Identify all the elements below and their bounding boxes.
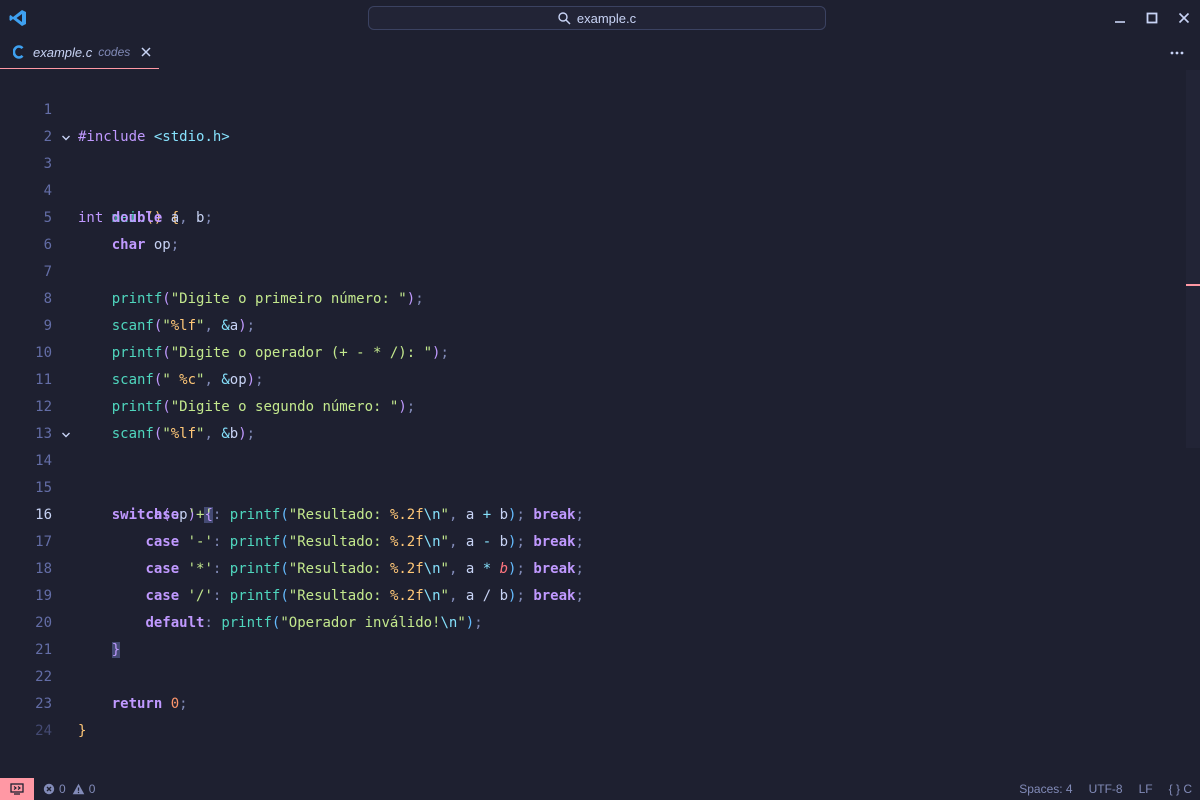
ellipsis-icon: [1170, 51, 1184, 55]
code-line: 6: [0, 205, 1186, 253]
code-line: 23 }: [0, 664, 1186, 739]
language-label: C: [1183, 782, 1192, 796]
minimize-icon: [1115, 21, 1125, 23]
code-line: 3 int main() {: [0, 124, 1186, 226]
remote-icon: [10, 783, 24, 795]
encoding-status[interactable]: UTF-8: [1089, 782, 1123, 796]
maximize-icon: [1146, 12, 1158, 24]
tab-description: codes: [98, 45, 131, 59]
scrollbar-cursor-marker: [1186, 284, 1200, 286]
more-actions-button[interactable]: [1168, 44, 1186, 62]
braces-icon: { }: [1168, 782, 1180, 796]
maximize-button[interactable]: [1142, 8, 1162, 28]
code-line: 5 char op;: [0, 178, 1186, 253]
code-line: 13: [0, 394, 1186, 442]
code-line: 2: [0, 97, 1186, 145]
tab-example-c[interactable]: example.c codes: [0, 36, 159, 69]
code-line: 21: [0, 610, 1186, 658]
tab-label: example.c: [33, 44, 93, 60]
code-line: 22 return 0;: [0, 637, 1186, 712]
code-line: 15 case '+': printf("Resultado: %.2f\n",…: [0, 448, 1186, 523]
code-line: 10 scanf(" %c", &op);: [0, 313, 1186, 388]
line-code: }: [78, 723, 87, 739]
eol-status[interactable]: LF: [1139, 782, 1153, 796]
indentation-status[interactable]: Spaces: 4: [1019, 782, 1072, 796]
fold-chevron-icon[interactable]: [61, 430, 71, 440]
warning-icon: [72, 783, 84, 795]
code-line: 4 double a, b;: [0, 151, 1186, 226]
code-editor[interactable]: 1 #include <stdio.h> 2 3 int main() { 4 …: [0, 70, 1186, 778]
close-icon: [1178, 12, 1190, 24]
line-number: 24: [35, 723, 52, 739]
minimize-button[interactable]: [1110, 8, 1130, 28]
fold-chevron-icon[interactable]: [61, 133, 71, 143]
title-bar: example.c: [0, 0, 1200, 36]
language-mode-status[interactable]: { } C: [1169, 782, 1192, 796]
close-icon: [141, 47, 151, 57]
vertical-scrollbar[interactable]: [1186, 70, 1200, 448]
code-line: 18 case '/': printf("Resultado: %.2f\n",…: [0, 529, 1186, 604]
status-bar: 0 0 Spaces: 4 UTF-8 LF { } C: [0, 778, 1200, 800]
code-line: 9 printf("Digite o operador (+ - * /): "…: [0, 286, 1186, 361]
search-text: example.c: [576, 10, 637, 26]
tab-bar: example.c codes: [0, 36, 1200, 71]
vscode-logo-icon[interactable]: [9, 9, 27, 27]
code-line: 17 case '*': printf("Resultado: %.2f\n",…: [0, 502, 1186, 577]
status-right-group: Spaces: 4 UTF-8 LF { } C: [1019, 778, 1200, 800]
remote-indicator-button[interactable]: [0, 778, 34, 800]
code-line: 11 printf("Digite o segundo número: ");: [0, 340, 1186, 415]
warning-count: 0: [88, 782, 96, 796]
code-line: 14 switch(op) {: [0, 421, 1186, 523]
code-line: 24: [0, 691, 1186, 739]
code-line: 1 #include <stdio.h>: [0, 70, 1186, 145]
code-line: 19 default: printf("Operador inválido!\n…: [0, 556, 1186, 631]
code-line: 12 scanf("%lf", &b);: [0, 367, 1186, 442]
close-window-button[interactable]: [1174, 8, 1194, 28]
error-icon: [43, 783, 55, 795]
c-language-icon: [13, 45, 24, 59]
problems-indicator[interactable]: 0 0: [43, 782, 101, 796]
code-line: 7 printf("Digite o primeiro número: ");: [0, 232, 1186, 307]
tab-close-button[interactable]: [139, 45, 153, 59]
code-line: 20 }: [0, 583, 1186, 658]
code-line: 8 scanf("%lf", &a);: [0, 259, 1186, 334]
code-line: 16 case '-': printf("Resultado: %.2f\n",…: [0, 475, 1186, 550]
error-count: 0: [59, 782, 66, 796]
search-icon: [558, 11, 571, 25]
command-center-search[interactable]: example.c: [368, 6, 826, 30]
